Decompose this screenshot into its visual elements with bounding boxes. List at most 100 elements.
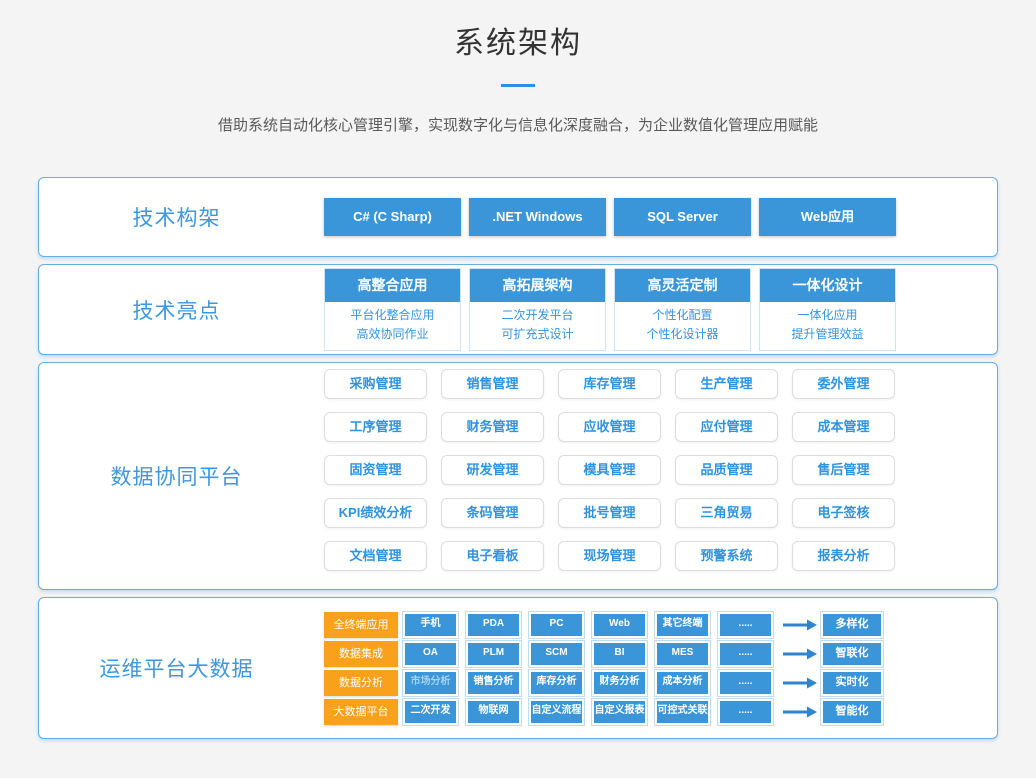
module-button: 应收管理: [558, 412, 661, 442]
bigdata-cell: 销售分析: [466, 670, 521, 696]
bigdata-cell: .....: [718, 641, 773, 667]
module-button: 工序管理: [324, 412, 427, 442]
page-subtitle: 借助系统自动化核心管理引擎，实现数字化与信息化深度融合，为企业数值化管理应用赋能: [0, 117, 1036, 135]
arrow-right-icon: [782, 619, 818, 631]
highlight-card-line: 个性化配置: [615, 306, 750, 325]
bigdata-result: 智联化: [821, 641, 883, 667]
bigdata-result: 多样化: [821, 612, 883, 638]
bigdata-row-platform: 大数据平台 二次开发 物联网 自定义流程 自定义报表 可控式关联 ..... 智…: [324, 699, 883, 725]
category-label: 全终端应用: [324, 612, 398, 638]
bigdata-cell: PDA: [466, 612, 521, 638]
section-highlights: 技术亮点 高整合应用 平台化整合应用 高效协同作业 高拓展架构 二次开发平台 可…: [38, 264, 998, 355]
highlight-card-body: 平台化整合应用 高效协同作业: [325, 302, 460, 350]
module-button: 生产管理: [675, 369, 778, 399]
bigdata-cell: SCM: [529, 641, 584, 667]
bigdata-cell: 可控式关联: [655, 699, 710, 725]
highlight-card-line: 平台化整合应用: [325, 306, 460, 325]
bigdata-cell: PC: [529, 612, 584, 638]
bigdata-cell: .....: [718, 612, 773, 638]
highlight-card-line: 二次开发平台: [470, 306, 605, 325]
bigdata-cell: 物联网: [466, 699, 521, 725]
module-button: KPI绩效分析: [324, 498, 427, 528]
bigdata-rows-wrap: 全终端应用 手机 PDA PC Web 其它终端 ..... 多样化 数据集成 …: [314, 610, 997, 726]
module-button: 库存管理: [558, 369, 661, 399]
module-button: 电子签核: [792, 498, 895, 528]
highlight-card-title: 高灵活定制: [615, 269, 750, 302]
module-button: 文档管理: [324, 541, 427, 571]
bigdata-cell: Web: [592, 612, 647, 638]
module-grid: 采购管理 销售管理 库存管理 生产管理 委外管理 工序管理 财务管理 应收管理 …: [324, 369, 924, 584]
module-button: 模具管理: [558, 455, 661, 485]
module-button: 应付管理: [675, 412, 778, 442]
tech-framework-items: C# (C Sharp) .NET Windows SQL Server Web…: [314, 198, 997, 236]
tech-item-dotnet: .NET Windows: [469, 198, 606, 236]
section-tech-framework: 技术构架 C# (C Sharp) .NET Windows SQL Serve…: [38, 177, 998, 257]
highlight-cards: 高整合应用 平台化整合应用 高效协同作业 高拓展架构 二次开发平台 可扩充式设计…: [314, 268, 997, 351]
bigdata-cell: .....: [718, 670, 773, 696]
bigdata-row-analysis: 数据分析 市场分析 销售分析 库存分析 财务分析 成本分析 ..... 实时化: [324, 670, 883, 696]
bigdata-cell: 市场分析: [403, 670, 458, 696]
module-button: 固资管理: [324, 455, 427, 485]
bigdata-cell: 其它终端: [655, 612, 710, 638]
module-button: 预警系统: [675, 541, 778, 571]
arrow-right-icon: [782, 677, 818, 689]
highlight-card: 高拓展架构 二次开发平台 可扩充式设计: [469, 268, 606, 351]
section-bigdata: 运维平台大数据 全终端应用 手机 PDA PC Web 其它终端 ..... 多…: [38, 597, 998, 739]
module-button: 三角贸易: [675, 498, 778, 528]
bigdata-row-integration: 数据集成 OA PLM SCM BI MES ..... 智联化: [324, 641, 883, 667]
bigdata-cell: .....: [718, 699, 773, 725]
module-button: 成本管理: [792, 412, 895, 442]
section-highlights-label: 技术亮点: [39, 295, 314, 325]
arrow-right-icon: [782, 648, 818, 660]
tech-item-web: Web应用: [759, 198, 896, 236]
highlight-card-line: 个性化设计器: [615, 325, 750, 344]
module-button: 电子看板: [441, 541, 544, 571]
bigdata-cell: 财务分析: [592, 670, 647, 696]
highlight-card-title: 高整合应用: [325, 269, 460, 302]
bigdata-cell: 库存分析: [529, 670, 584, 696]
module-button: 品质管理: [675, 455, 778, 485]
section-data-platform: 数据协同平台 采购管理 销售管理 库存管理 生产管理 委外管理 工序管理 财务管…: [38, 362, 998, 590]
highlight-card-line: 可扩充式设计: [470, 325, 605, 344]
bigdata-cell: OA: [403, 641, 458, 667]
highlight-card-title: 高拓展架构: [470, 269, 605, 302]
highlight-card: 高灵活定制 个性化配置 个性化设计器: [614, 268, 751, 351]
bigdata-cell: 成本分析: [655, 670, 710, 696]
section-data-platform-label: 数据协同平台: [39, 461, 314, 491]
arrow-right-icon: [782, 706, 818, 718]
category-label: 大数据平台: [324, 699, 398, 725]
highlight-card-line: 一体化应用: [760, 306, 895, 325]
highlight-card-body: 个性化配置 个性化设计器: [615, 302, 750, 350]
highlight-card-line: 高效协同作业: [325, 325, 460, 344]
highlight-card-title: 一体化设计: [760, 269, 895, 302]
category-label: 数据集成: [324, 641, 398, 667]
highlight-card-body: 二次开发平台 可扩充式设计: [470, 302, 605, 350]
module-button: 财务管理: [441, 412, 544, 442]
section-tech-framework-label: 技术构架: [39, 202, 314, 232]
title-underline: [501, 84, 535, 87]
module-button: 批号管理: [558, 498, 661, 528]
bigdata-cell: MES: [655, 641, 710, 667]
highlight-card: 高整合应用 平台化整合应用 高效协同作业: [324, 268, 461, 351]
bigdata-row-terminals: 全终端应用 手机 PDA PC Web 其它终端 ..... 多样化: [324, 612, 883, 638]
tech-item-sqlserver: SQL Server: [614, 198, 751, 236]
bigdata-cell: BI: [592, 641, 647, 667]
category-label: 数据分析: [324, 670, 398, 696]
module-button: 售后管理: [792, 455, 895, 485]
page-title: 系统架构: [0, 26, 1036, 62]
bigdata-cell: 二次开发: [403, 699, 458, 725]
highlight-card-body: 一体化应用 提升管理效益: [760, 302, 895, 350]
tech-item-csharp: C# (C Sharp): [324, 198, 461, 236]
highlight-card: 一体化设计 一体化应用 提升管理效益: [759, 268, 896, 351]
module-grid-wrap: 采购管理 销售管理 库存管理 生产管理 委外管理 工序管理 财务管理 应收管理 …: [314, 369, 997, 584]
section-bigdata-label: 运维平台大数据: [39, 653, 314, 683]
architecture-panels: 技术构架 C# (C Sharp) .NET Windows SQL Serve…: [38, 177, 998, 739]
bigdata-result: 实时化: [821, 670, 883, 696]
module-button: 现场管理: [558, 541, 661, 571]
module-button: 研发管理: [441, 455, 544, 485]
module-button: 条码管理: [441, 498, 544, 528]
bigdata-cell: 自定义报表: [592, 699, 647, 725]
module-button: 委外管理: [792, 369, 895, 399]
module-button: 销售管理: [441, 369, 544, 399]
module-button: 报表分析: [792, 541, 895, 571]
